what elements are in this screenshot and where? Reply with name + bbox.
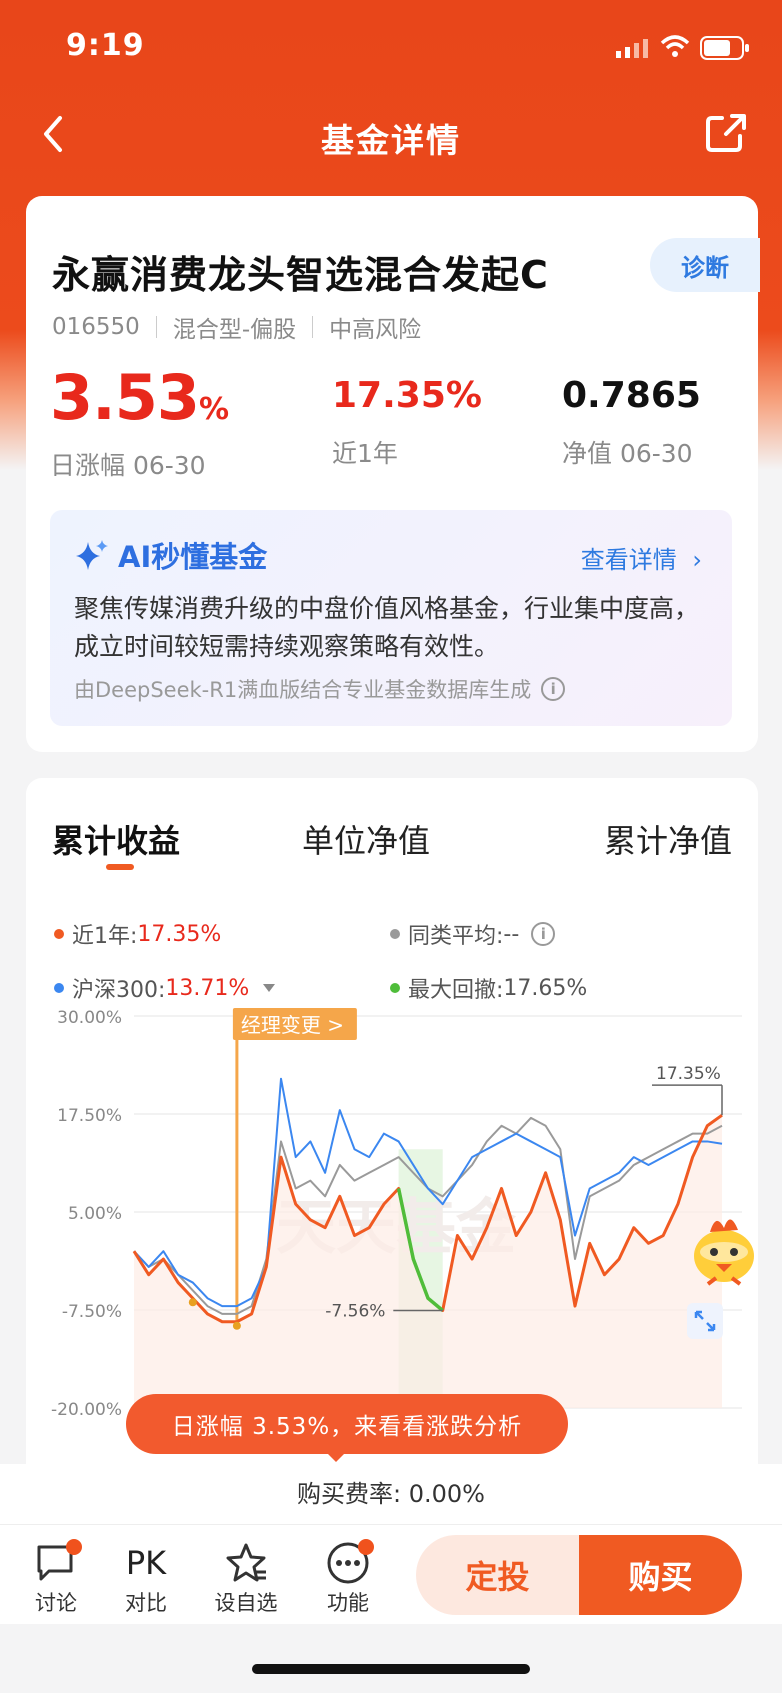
notification-badge: [66, 1539, 82, 1555]
compare-button[interactable]: PK 对比: [106, 1539, 186, 1617]
y-tick-label: -7.50%: [62, 1302, 122, 1322]
manager-change-tag[interactable]: 经理变更 >: [241, 1013, 344, 1037]
event-point: [188, 1298, 197, 1307]
end-value-label: 17.35%: [656, 1064, 721, 1084]
add-watchlist-button[interactable]: 设自选: [206, 1539, 286, 1617]
chevron-right-icon: ›: [692, 546, 702, 574]
daily-change-stat: 3.53% 日涨幅 06-30: [50, 361, 229, 482]
y-tick-label: -20.00%: [51, 1400, 122, 1420]
legend-peer: 同类平均: -- i: [390, 918, 556, 950]
tab-unit-nav[interactable]: 单位净值: [302, 816, 430, 862]
min-value-label: -7.56%: [325, 1301, 385, 1321]
analysis-tooltip-bubble[interactable]: 日涨幅 3.53%，来看看涨跌分析: [126, 1394, 568, 1454]
nav-value: 0.7865: [562, 375, 701, 416]
tag-divider: [312, 316, 314, 338]
ai-detail-link[interactable]: 查看详情 ›: [581, 540, 702, 575]
wifi-icon: [660, 35, 690, 57]
event-point: [232, 1321, 241, 1330]
info-icon[interactable]: i: [541, 677, 566, 701]
fund-code: 016550: [52, 314, 140, 340]
cellular-signal-icon: [616, 39, 648, 58]
nav-header: 基金详情: [0, 100, 782, 170]
ai-summary-text: 聚焦传媒消费升级的中盘价值风格基金，行业集中度高，成立时间较短需持续观察策略有效…: [74, 594, 700, 661]
return-chart[interactable]: 30.00%17.50%5.00%-7.50%-20.00% 天天基金 经理变更…: [26, 1008, 758, 1438]
fund-name: 永赢消费龙头智选混合发起C: [52, 253, 549, 297]
auto-invest-button[interactable]: 定投: [416, 1535, 579, 1615]
fund-summary-card: 永赢消费龙头智选混合发起C 诊断 016550 混合型-偏股 中高风险 3.53…: [26, 196, 760, 752]
pk-icon: PK: [125, 1544, 167, 1582]
legend-index[interactable]: 沪深300: 13.71%: [54, 972, 276, 1004]
ai-footnote: 由DeepSeek-R1满血版结合专业基金数据库生成 i: [74, 674, 566, 704]
y-tick-label: 30.00%: [57, 1008, 122, 1028]
active-tab-indicator: [106, 864, 134, 870]
year-return-value: 17.35%: [332, 375, 482, 416]
status-time: 9:19: [66, 28, 145, 63]
ai-summary-box[interactable]: AI秒懂基金 查看详情 › 聚焦传媒消费升级的中盘价值风格基金，行业集中度高，成…: [50, 510, 732, 726]
bottom-toolbar: 讨论 PK 对比 设自选 功能 定投 购买: [0, 1524, 782, 1624]
purchase-fee-bar: 购买费率: 0.00%: [0, 1464, 782, 1524]
bubble-tail: [326, 1452, 346, 1462]
daily-change-value: 3.53%: [50, 361, 229, 434]
y-tick-label: 17.50%: [57, 1106, 122, 1126]
fund-tags: 016550 混合型-偏股 中高风险: [52, 310, 421, 344]
daily-change-label: 日涨幅 06-30: [50, 451, 206, 480]
tag-divider: [155, 316, 157, 338]
function-button[interactable]: 功能: [308, 1539, 388, 1617]
nav-label: 净值 06-30: [562, 439, 693, 468]
legend-dot-index: [54, 983, 64, 993]
dropdown-caret-icon: [263, 984, 276, 992]
notification-badge: [358, 1539, 374, 1555]
info-icon[interactable]: i: [531, 922, 556, 946]
chart-tabs: 累计收益 单位净值 累计净值: [52, 816, 732, 876]
mascot-chick-icon[interactable]: [686, 1206, 762, 1290]
expand-chart-icon[interactable]: [686, 1302, 724, 1340]
year-return-stat: 17.35% 近1年: [332, 366, 482, 470]
discuss-button[interactable]: 讨论: [16, 1539, 96, 1617]
battery-icon: [700, 36, 749, 60]
legend-dot-peer: [390, 929, 400, 939]
page-title: 基金详情: [321, 121, 461, 160]
star-icon: [226, 1543, 266, 1582]
legend-dot-drawdown: [390, 983, 400, 993]
year-return-label: 近1年: [332, 439, 398, 468]
legend-drawdown: 最大回撤: 17.65%: [390, 972, 587, 1004]
sparkle-icon: [76, 540, 108, 570]
nav-stat: 0.7865 净值 06-30: [562, 366, 701, 470]
diagnose-button[interactable]: 诊断: [650, 238, 760, 292]
fund-risk: 中高风险: [329, 317, 422, 343]
buy-button[interactable]: 购买: [579, 1535, 742, 1615]
action-buttons: 定投 购买: [416, 1535, 742, 1615]
y-tick-label: 5.00%: [68, 1204, 122, 1224]
home-indicator: [252, 1664, 530, 1674]
fund-type: 混合型-偏股: [172, 317, 297, 343]
tab-cumulative-return[interactable]: 累计收益: [52, 816, 180, 862]
share-icon[interactable]: [704, 110, 748, 154]
performance-card: 累计收益 单位净值 累计净值 近1年: 17.35% 同类平均: -- i 沪深…: [26, 778, 758, 1498]
tab-cumulative-nav[interactable]: 累计净值: [604, 816, 732, 862]
legend-dot-fund: [54, 929, 64, 939]
status-bar: 9:19: [0, 0, 782, 95]
legend-fund: 近1年: 17.35%: [54, 918, 221, 950]
ai-title: AI秒懂基金: [74, 534, 267, 576]
